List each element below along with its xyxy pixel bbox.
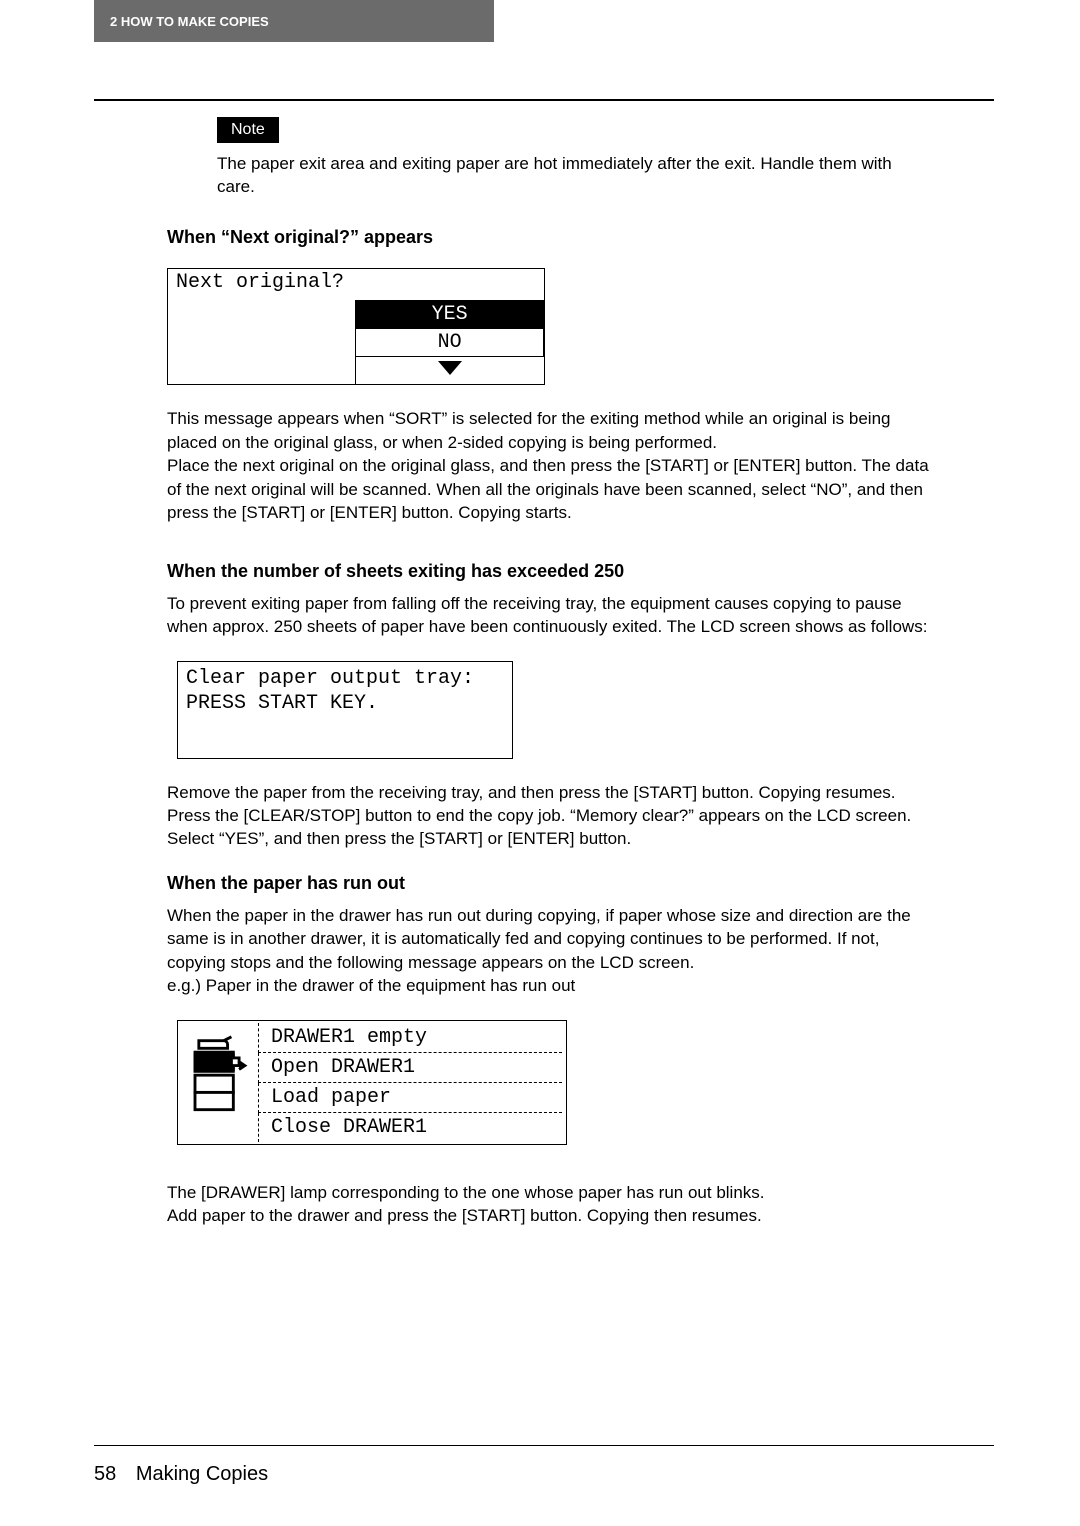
intro-paper-out: When the paper in the drawer has run out…	[167, 904, 930, 998]
intro-sheets-exceeded: To prevent exiting paper from falling of…	[167, 592, 930, 639]
lcd-drawer-line4: Close DRAWER1	[258, 1113, 562, 1142]
heading-paper-out: When the paper has run out	[167, 873, 930, 894]
lcd-option-no[interactable]: NO	[356, 328, 544, 356]
lcd-drawer-line2: Open DRAWER1	[258, 1053, 562, 1083]
note-badge: Note	[217, 117, 279, 143]
lcd-drawer-empty: DRAWER1 empty Open DRAWER1 Load paper Cl…	[177, 1020, 567, 1145]
page-number: 58	[94, 1463, 116, 1486]
heading-next-original: When “Next original?” appears	[167, 227, 930, 248]
page-content: Note The paper exit area and exiting pap…	[167, 117, 930, 1228]
note-text: The paper exit area and exiting paper ar…	[217, 153, 930, 199]
lcd-arrow-cell[interactable]	[356, 356, 544, 384]
arrow-down-icon	[438, 361, 462, 375]
top-rule	[94, 99, 994, 101]
lcd-options-table: YES NO	[168, 300, 544, 385]
heading-sheets-exceeded: When the number of sheets exiting has ex…	[167, 561, 930, 582]
para-sheets-exceeded: Remove the paper from the receiving tray…	[167, 781, 930, 851]
para-next-original: This message appears when “SORT” is sele…	[167, 407, 930, 524]
lcd-drawer-line3: Load paper	[258, 1083, 562, 1113]
chapter-tab: 2 HOW TO MAKE COPIES	[94, 0, 494, 42]
page-footer: 58 Making Copies	[94, 1463, 268, 1486]
lcd-clear-line1: Clear paper output tray:	[186, 666, 504, 691]
lcd-clear-tray: Clear paper output tray: PRESS START KEY…	[177, 661, 513, 759]
lcd-prompt: Next original?	[168, 269, 544, 300]
lcd-clear-line2: PRESS START KEY.	[186, 691, 504, 716]
lcd-drawer-line1: DRAWER1 empty	[258, 1023, 562, 1053]
footer-title: Making Copies	[136, 1463, 268, 1485]
lcd-option-yes[interactable]: YES	[356, 300, 544, 328]
lcd-next-original: Next original? YES NO	[167, 268, 545, 386]
para-paper-out: The [DRAWER] lamp corresponding to the o…	[167, 1181, 930, 1228]
bottom-rule	[94, 1445, 994, 1446]
printer-drawers-icon	[187, 1033, 249, 1132]
